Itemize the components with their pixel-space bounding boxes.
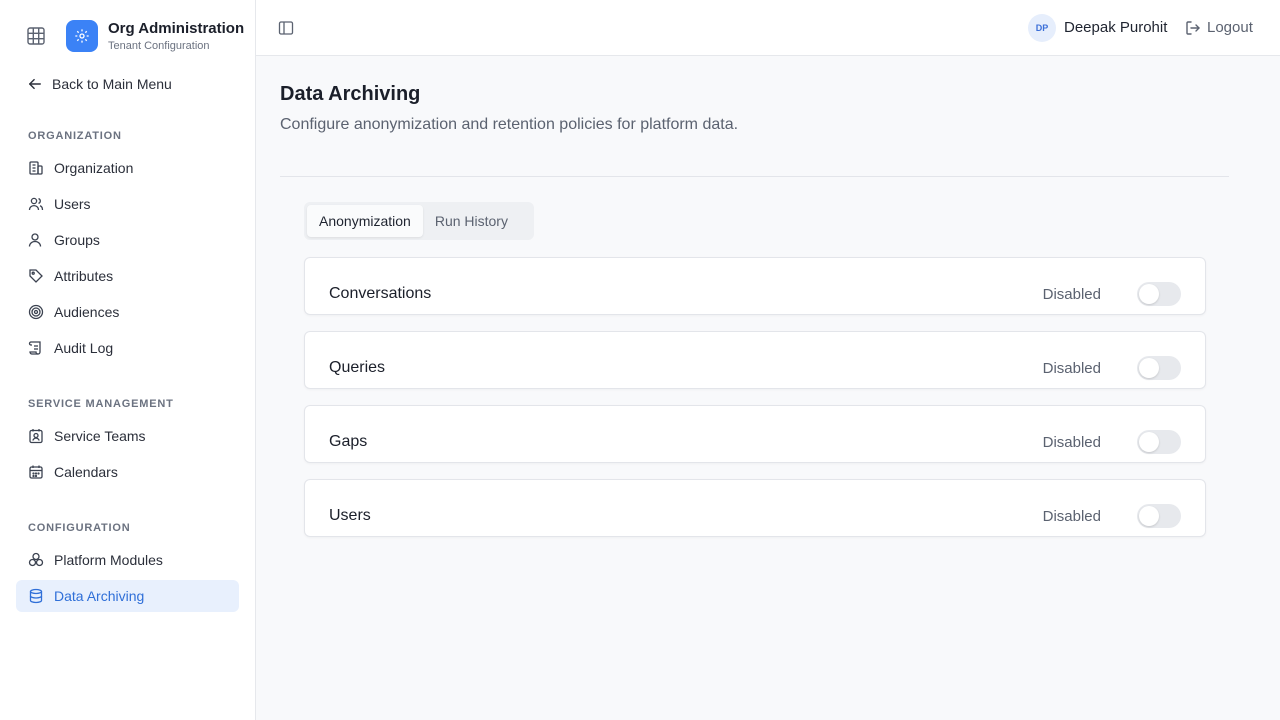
gear-icon bbox=[75, 29, 89, 43]
status-text: Disabled bbox=[1042, 286, 1101, 303]
archive-card-gaps: Gaps Disabled bbox=[304, 405, 1206, 463]
modules-icon bbox=[28, 552, 44, 567]
top-header: DP Deepak Purohit Logout bbox=[256, 0, 1280, 56]
archive-card-queries: Queries Disabled bbox=[304, 331, 1206, 389]
section-title-service-management: SERVICE MANAGEMENT bbox=[28, 398, 174, 410]
sidebar-item-audit-log[interactable]: Audit Log bbox=[16, 332, 239, 364]
logout-button[interactable]: Logout bbox=[1185, 19, 1253, 36]
conversations-toggle[interactable] bbox=[1137, 282, 1181, 306]
contact-icon bbox=[29, 429, 43, 444]
archive-card-conversations: Conversations Disabled bbox=[304, 257, 1206, 315]
sidebar-item-audiences[interactable]: Audiences bbox=[16, 296, 239, 328]
sidebar-item-label: Audiences bbox=[54, 304, 120, 320]
card-label: Queries bbox=[329, 359, 386, 376]
back-link-label: Back to Main Menu bbox=[52, 76, 172, 92]
user-name[interactable]: Deepak Purohit bbox=[1064, 19, 1167, 36]
card-label: Users bbox=[329, 507, 371, 524]
scroll-icon bbox=[28, 341, 41, 355]
brand-title: Org Administration bbox=[108, 20, 245, 37]
calendar-icon bbox=[29, 465, 43, 479]
sidebar-item-label: Service Teams bbox=[54, 428, 146, 444]
sidebar-item-service-teams[interactable]: Service Teams bbox=[16, 420, 239, 452]
logout-label: Logout bbox=[1207, 19, 1253, 36]
tab-list: Anonymization Run History bbox=[304, 202, 534, 240]
app-grid-icon[interactable] bbox=[27, 27, 45, 45]
sidebar-item-groups[interactable]: Groups bbox=[16, 224, 239, 256]
toggle-knob bbox=[1139, 284, 1159, 304]
brand-subtitle: Tenant Configuration bbox=[108, 40, 210, 52]
sidebar-item-label: Groups bbox=[54, 232, 100, 248]
queries-toggle[interactable] bbox=[1137, 356, 1181, 380]
database-icon bbox=[29, 588, 43, 604]
tag-icon bbox=[29, 269, 43, 283]
card-label: Conversations bbox=[329, 285, 432, 302]
arrow-left-icon bbox=[29, 78, 41, 90]
sidebar-item-label: Calendars bbox=[54, 464, 118, 480]
page-description: Configure anonymization and retention po… bbox=[280, 116, 739, 133]
sidebar-item-attributes[interactable]: Attributes bbox=[16, 260, 239, 292]
sidebar-item-label: Organization bbox=[54, 160, 134, 176]
groups-icon bbox=[28, 233, 42, 247]
section-title-organization: ORGANIZATION bbox=[28, 130, 122, 142]
target-icon bbox=[28, 304, 44, 320]
sidebar-item-platform-modules[interactable]: Platform Modules bbox=[16, 544, 239, 576]
sidebar-item-users[interactable]: Users bbox=[16, 188, 239, 220]
gaps-toggle[interactable] bbox=[1137, 430, 1181, 454]
logout-icon bbox=[1186, 20, 1200, 35]
tab-run-history[interactable]: Run History bbox=[423, 205, 520, 237]
sidebar-item-label: Platform Modules bbox=[54, 552, 163, 568]
divider bbox=[280, 176, 1229, 177]
sidebar-item-organization[interactable]: Organization bbox=[16, 152, 239, 184]
sidebar-toggle-icon[interactable] bbox=[278, 20, 294, 36]
users-icon bbox=[28, 197, 44, 211]
toggle-knob bbox=[1139, 358, 1159, 378]
sidebar-item-label: Users bbox=[54, 196, 91, 212]
toggle-knob bbox=[1139, 506, 1159, 526]
section-title-configuration: CONFIGURATION bbox=[28, 522, 131, 534]
archive-card-users: Users Disabled bbox=[304, 479, 1206, 537]
sidebar-item-calendars[interactable]: Calendars bbox=[16, 456, 239, 488]
back-to-main-menu-link[interactable]: Back to Main Menu bbox=[28, 74, 172, 94]
page-title: Data Archiving bbox=[280, 83, 421, 105]
sidebar-item-label: Audit Log bbox=[54, 340, 114, 356]
status-text: Disabled bbox=[1042, 360, 1101, 377]
brand-logo bbox=[66, 20, 98, 52]
brand-header: Org Administration Tenant Configuration bbox=[0, 0, 255, 72]
card-label: Gaps bbox=[329, 433, 368, 450]
sidebar-item-label: Data Archiving bbox=[54, 588, 145, 604]
status-text: Disabled bbox=[1042, 434, 1101, 451]
sidebar-item-label: Attributes bbox=[54, 268, 114, 284]
toggle-knob bbox=[1139, 432, 1159, 452]
building-icon bbox=[29, 161, 43, 175]
avatar[interactable]: DP bbox=[1028, 14, 1056, 42]
users-toggle[interactable] bbox=[1137, 504, 1181, 528]
sidebar: Org Administration Tenant Configuration … bbox=[0, 0, 256, 720]
tab-anonymization[interactable]: Anonymization bbox=[307, 205, 423, 237]
sidebar-item-data-archiving[interactable]: Data Archiving bbox=[16, 580, 239, 612]
status-text: Disabled bbox=[1042, 508, 1101, 525]
